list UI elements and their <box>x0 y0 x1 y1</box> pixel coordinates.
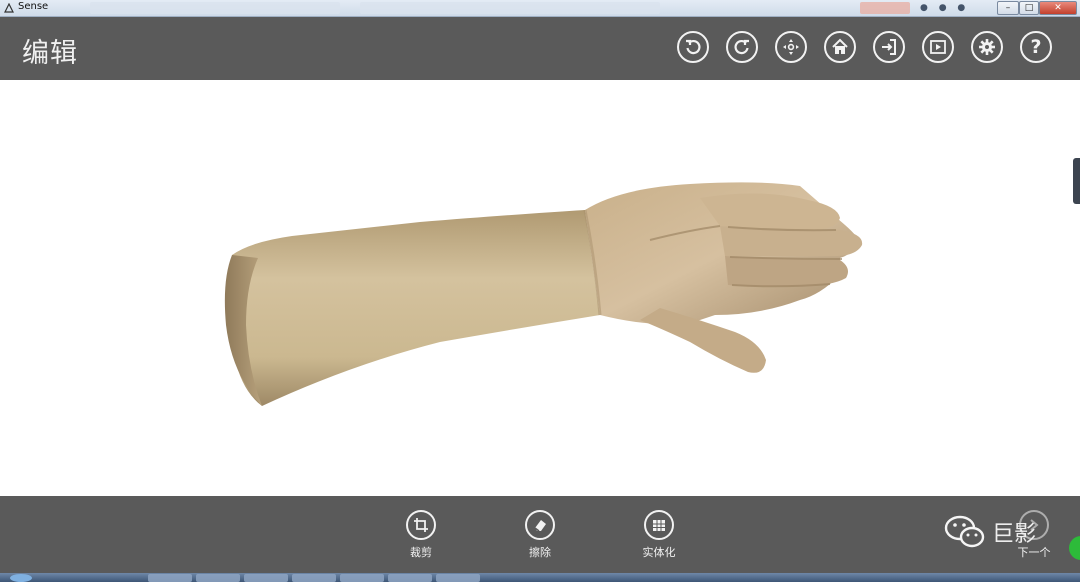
taskbar-item[interactable] <box>436 574 480 582</box>
green-status-icon <box>1069 536 1080 560</box>
hand-model[interactable] <box>0 80 1080 496</box>
start-button[interactable] <box>10 574 32 582</box>
finger-shape <box>725 256 848 287</box>
taskbar-item[interactable] <box>244 574 288 582</box>
taskbar-item[interactable] <box>292 574 336 582</box>
taskbar-item[interactable] <box>196 574 240 582</box>
solidify-label: 实体化 <box>642 546 676 559</box>
crop-button[interactable]: 裁剪 <box>386 510 456 560</box>
home-button[interactable] <box>824 31 856 63</box>
tray-icons: ● ● ● <box>920 3 970 13</box>
move-button[interactable] <box>775 31 807 63</box>
background-tab <box>860 2 910 14</box>
taskbar-item[interactable] <box>388 574 432 582</box>
settings-button[interactable] <box>971 31 1003 63</box>
help-button[interactable]: ? <box>1020 31 1052 63</box>
next-button[interactable]: 下一个 <box>1012 510 1056 560</box>
close-button[interactable]: ✕ <box>1039 1 1077 15</box>
crop-label: 裁剪 <box>410 546 432 559</box>
window-title-bar: Sense ● ● ● – □ ✕ <box>0 0 1080 17</box>
taskbar-item[interactable] <box>340 574 384 582</box>
3d-viewport[interactable] <box>0 80 1080 496</box>
undo-button[interactable] <box>677 31 709 63</box>
forearm-shape <box>232 210 600 406</box>
minimize-button[interactable]: – <box>997 1 1019 15</box>
maximize-button[interactable]: □ <box>1019 1 1039 15</box>
window-title: Sense <box>18 1 49 12</box>
background-tab <box>90 2 340 14</box>
erase-label: 擦除 <box>529 546 551 559</box>
crop-icon <box>414 518 428 532</box>
gear-icon <box>979 39 995 55</box>
help-icon: ? <box>1030 36 1042 58</box>
undo-icon <box>686 39 701 55</box>
home-icon <box>832 38 848 54</box>
redo-button[interactable] <box>726 31 758 63</box>
solidify-button[interactable]: 实体化 <box>624 510 694 560</box>
redo-icon <box>734 39 749 55</box>
next-label: 下一个 <box>1017 546 1051 559</box>
page-title: 编辑 <box>22 38 78 69</box>
play-button[interactable] <box>922 31 954 63</box>
bottom-toolbar: 裁剪 擦除 实体化 巨影 下一个 <box>0 496 1080 573</box>
export-button[interactable] <box>873 31 905 63</box>
background-tab <box>360 2 660 14</box>
eraser-icon <box>534 520 546 532</box>
erase-button[interactable]: 擦除 <box>505 510 575 560</box>
os-taskbar <box>0 573 1080 582</box>
app-icon <box>4 3 14 13</box>
wechat-icon <box>944 515 985 548</box>
export-icon <box>882 39 896 55</box>
solidify-icon <box>653 520 665 531</box>
move-icon <box>783 39 799 55</box>
play-icon <box>930 40 946 54</box>
arrow-right-icon <box>1030 519 1039 531</box>
header-bar: 编辑 ? <box>0 17 1080 80</box>
side-panel-handle[interactable] <box>1073 158 1080 204</box>
finger-shape <box>700 193 840 230</box>
taskbar-item[interactable] <box>148 574 192 582</box>
